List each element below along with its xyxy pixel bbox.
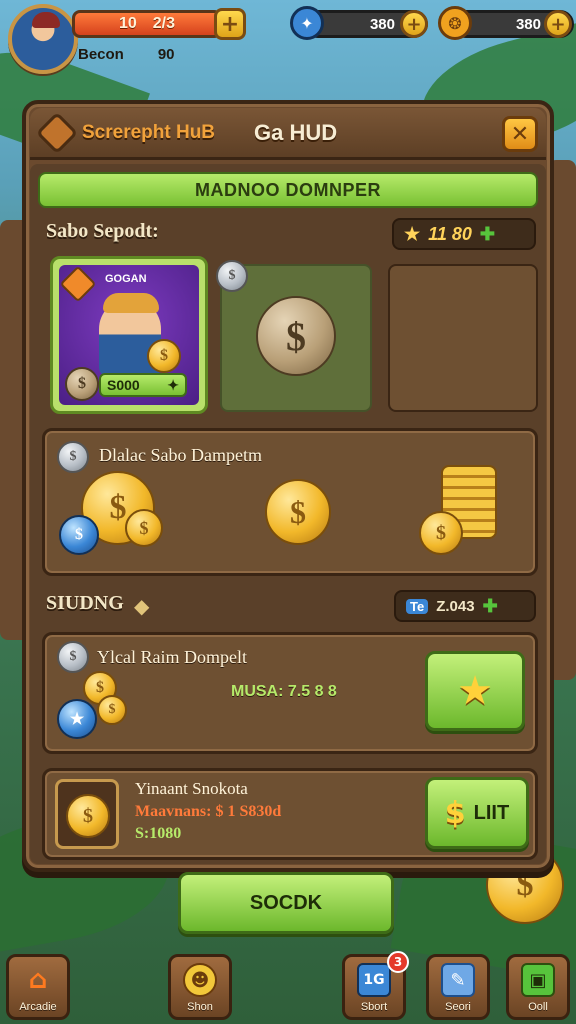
section-label-sabo: Sabo Sepodt: bbox=[46, 220, 159, 242]
bronze-coin-icon: $ bbox=[256, 296, 336, 376]
featured-item-card[interactable]: GOGAN $ $ S000 ✦ bbox=[50, 256, 208, 414]
favorite-button[interactable]: ★ bbox=[425, 651, 525, 731]
star-icon: ★ bbox=[457, 668, 493, 714]
panel-brand: Screrepht HuB bbox=[82, 122, 216, 143]
main-action-button[interactable]: SOCDK bbox=[178, 872, 394, 934]
bottom-navigation: ⌂ Arcadie ☻ Shon 1G Sbort 3 ✎ Seori ▣ Oo… bbox=[0, 950, 576, 1024]
cash-icon: ▣ bbox=[521, 963, 555, 997]
offer-row-2: $ Yinaant Snokota Maavnans: $ 1 S830d S:… bbox=[42, 768, 538, 860]
player-avatar[interactable] bbox=[8, 4, 78, 74]
panel-header: Screrepht HuB Ga HUD ✕ bbox=[30, 108, 546, 160]
nav-home[interactable]: ⌂ Arcadie bbox=[6, 954, 70, 1020]
plus-icon: ✚ bbox=[482, 595, 498, 616]
blue-coin-icon: ★ bbox=[57, 699, 97, 739]
dollar-icon: $ bbox=[444, 795, 466, 831]
card-price-tag: S000 ✦ bbox=[99, 373, 187, 397]
close-button[interactable]: ✕ bbox=[502, 116, 538, 152]
deals-title: Dlalac Sabo Dampetm bbox=[99, 445, 262, 465]
nav-ooll[interactable]: ▣ Ooll bbox=[506, 954, 570, 1020]
offer-2-title: Yinaant Snokota bbox=[135, 779, 248, 798]
offer-1-title: Ylcal Raim Dompelt bbox=[97, 647, 247, 667]
add-gems-button[interactable]: + bbox=[400, 10, 428, 38]
blue-coin-icon: $ bbox=[59, 515, 99, 555]
card-art: GOGAN $ $ S000 ✦ bbox=[59, 265, 199, 405]
main-panel: Screrepht HuB Ga HUD ✕ MADNOO DOMNPER Sa… bbox=[22, 100, 554, 872]
section2-stat-pill: Te Z.043 ✚ bbox=[394, 590, 536, 622]
coin-icon: $ bbox=[147, 339, 181, 373]
nav-shop[interactable]: ☻ Shon bbox=[168, 954, 232, 1020]
gem-icon: ✦ bbox=[290, 6, 324, 40]
house-icon: ⌂ bbox=[28, 965, 48, 995]
nav-shop-label: Shon bbox=[187, 1001, 213, 1013]
notification-badge: 3 bbox=[387, 951, 409, 973]
silver-coin-icon: $ bbox=[57, 441, 89, 473]
coin-icon: $ bbox=[125, 509, 163, 547]
section-stat-pill: ★ 11 80 ✚ bbox=[392, 218, 536, 250]
nav-ooll-label: Ooll bbox=[528, 1001, 548, 1013]
coin-icon: $ bbox=[65, 367, 99, 401]
section-stat-value: 11 80 bbox=[428, 223, 472, 244]
badge-icon bbox=[59, 265, 97, 303]
fire-icon: ❂ bbox=[438, 6, 472, 40]
nav-seori[interactable]: ✎ Seori bbox=[426, 954, 490, 1020]
player-info: Becon 90 bbox=[78, 46, 175, 63]
add-coins-button[interactable]: + bbox=[544, 10, 572, 38]
plus-icon: ✚ bbox=[479, 223, 495, 244]
nav-sbort-icon-text: 1G bbox=[363, 972, 385, 988]
xp-value: 2/3 bbox=[152, 15, 176, 32]
level-value: 10 bbox=[118, 15, 137, 32]
silver-coin-icon: $ bbox=[57, 641, 89, 673]
frog-icon: ☻ bbox=[183, 963, 217, 997]
nav-sbort[interactable]: 1G Sbort 3 bbox=[342, 951, 409, 1020]
hub-logo-icon bbox=[35, 111, 79, 155]
diamond-icon: ◆ bbox=[134, 594, 150, 618]
card-badge: GOGAN bbox=[105, 273, 147, 285]
deals-box: $ Dlalac Sabo Dampetm $ $ $ $ $ bbox=[42, 428, 538, 576]
offer-1-stat: MUSA: 7.5 8 8 bbox=[231, 683, 337, 700]
section2-stat-value: Z.043 bbox=[436, 597, 475, 615]
close-icon: ✕ bbox=[510, 121, 530, 147]
offer-row-1: $ Ylcal Raim Dompelt $ $ ★ MUSA: 7.5 8 8… bbox=[42, 632, 538, 754]
sparkle-icon: ✦ bbox=[167, 376, 179, 393]
player-value: 90 bbox=[157, 46, 175, 63]
coin-icon: $ bbox=[66, 794, 110, 838]
coin-icon: $ bbox=[419, 511, 463, 555]
offer-2-line2: Maavnans: $ 1 S830d bbox=[135, 803, 282, 820]
panel-banner: MADNOO DOMNPER bbox=[38, 172, 538, 208]
coin-icon: $ bbox=[97, 695, 127, 725]
coin-bag-thumbnail: $ bbox=[55, 779, 119, 849]
resource-coins-value: 380 bbox=[515, 15, 541, 33]
chat-icon: 1G bbox=[357, 963, 391, 997]
item-slot-3[interactable] bbox=[388, 264, 538, 412]
nav-seori-label: Seori bbox=[445, 1001, 471, 1013]
offer-2-line3: S:1080 bbox=[135, 825, 182, 842]
star-icon: ★ bbox=[404, 223, 421, 244]
card-value: S000 bbox=[107, 377, 140, 393]
add-xp-button[interactable]: + bbox=[214, 8, 246, 40]
level-xp-bar: 10 2/3 bbox=[72, 10, 222, 38]
buy-button[interactable]: $ LIIT bbox=[425, 777, 529, 849]
player-name: Becon bbox=[78, 46, 124, 63]
section-label-siudng: SIUDNG bbox=[46, 592, 124, 614]
panel-body: MADNOO DOMNPER Sabo Sepodt: ★ 11 80 ✚ GO… bbox=[30, 164, 546, 864]
item-slot-2[interactable]: $ $ bbox=[216, 260, 372, 412]
panel-title: Ga HUD bbox=[254, 120, 338, 145]
resource-gems-value: 380 bbox=[369, 15, 395, 33]
section2-stat-tag: Te bbox=[406, 598, 429, 614]
nav-sbort-label: Sbort bbox=[360, 1001, 388, 1013]
silver-coin-icon: $ bbox=[216, 260, 248, 292]
note-icon: ✎ bbox=[441, 963, 475, 997]
buy-button-label: LIIT bbox=[473, 801, 510, 824]
top-hud: 10 2/3 + Becon 90 380 ✦ + 380 ❂ + bbox=[0, 0, 576, 86]
nav-home-label: Arcadie bbox=[19, 1001, 57, 1013]
single-coin-icon[interactable]: $ bbox=[265, 479, 331, 545]
